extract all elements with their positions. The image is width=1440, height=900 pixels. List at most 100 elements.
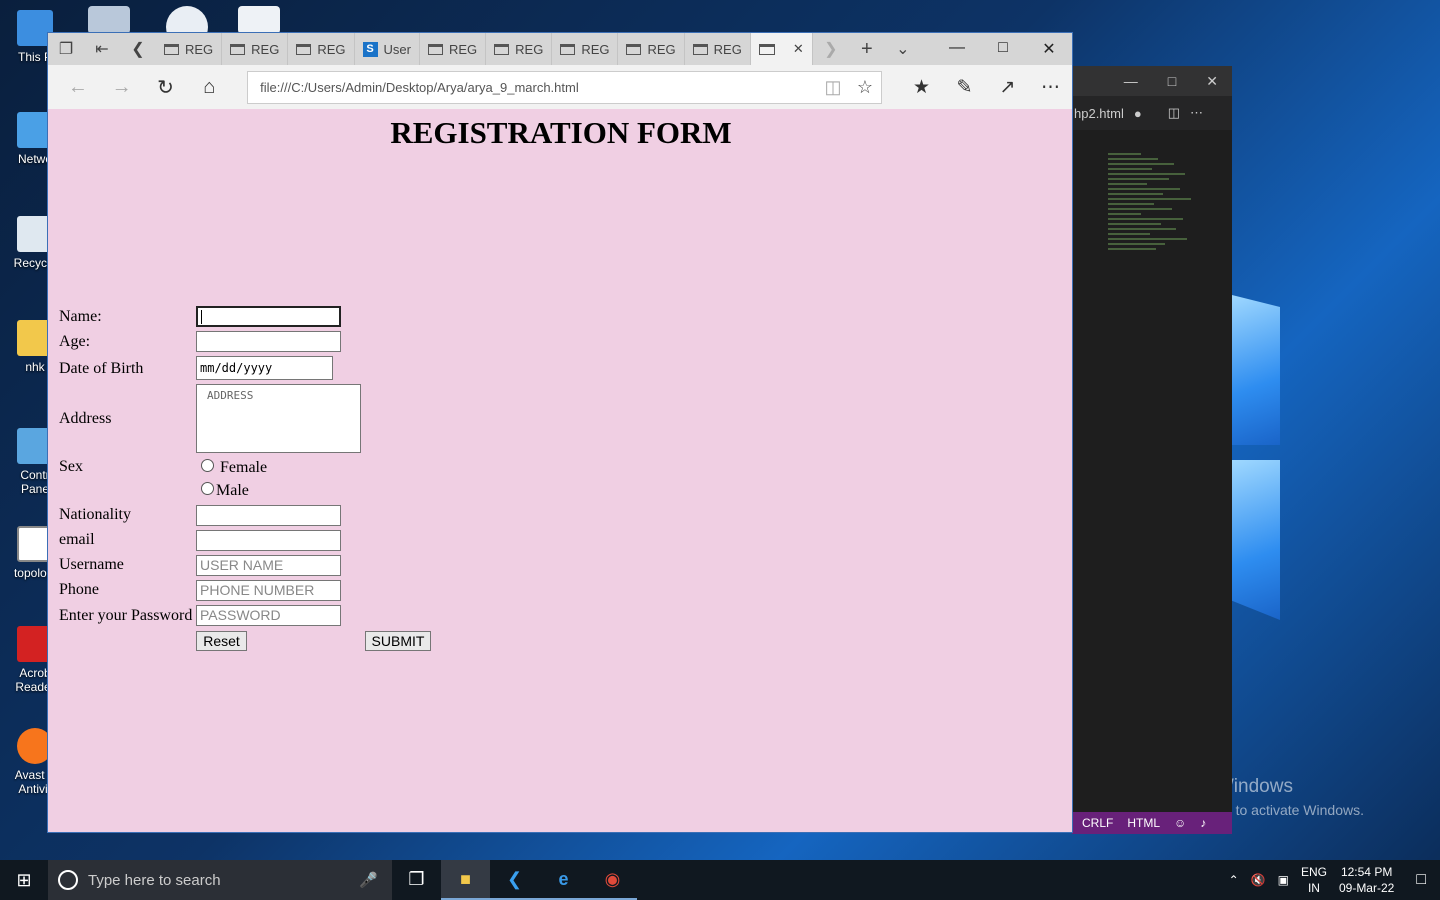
browser-tab[interactable]: REG bbox=[288, 33, 355, 65]
start-windows-icon[interactable]: ⊞ bbox=[0, 870, 48, 891]
page-icon bbox=[164, 43, 179, 55]
username-input[interactable]: USER NAME bbox=[196, 555, 341, 576]
tabs-aside-icon[interactable]: ❐ bbox=[48, 39, 84, 59]
address-bar[interactable]: file:///C:/Users/Admin/Desktop/Arya/arya… bbox=[247, 70, 882, 104]
password-input[interactable]: PASSWORD bbox=[196, 605, 341, 626]
dob-label: Date of Birth bbox=[59, 360, 144, 377]
vscode-titlebar: — □ ✕ bbox=[1072, 66, 1232, 96]
password-label: Enter your Password bbox=[59, 607, 193, 624]
back-icon[interactable]: ← bbox=[56, 76, 100, 99]
close-icon[interactable]: ✕ bbox=[1026, 39, 1072, 59]
phone-input[interactable]: PHONE NUMBER bbox=[196, 580, 341, 601]
chrome-taskbar-icon[interactable]: ◉ bbox=[588, 860, 637, 900]
browser-tab[interactable]: REG bbox=[222, 33, 289, 65]
taskbar-search-box[interactable]: Type here to search 🎤 bbox=[48, 860, 392, 900]
reset-button[interactable]: Reset bbox=[196, 631, 247, 651]
microphone-icon[interactable]: 🎤 bbox=[359, 871, 378, 889]
network-tray-icon[interactable]: ▣ bbox=[1278, 873, 1289, 887]
task-view-icon[interactable]: ❐ bbox=[392, 860, 441, 900]
split-editor-icon[interactable]: ◫ bbox=[1168, 105, 1180, 121]
file-explorer-icon[interactable]: ■ bbox=[441, 860, 490, 900]
home-icon[interactable]: ⌂ bbox=[187, 76, 231, 99]
browser-tab[interactable]: REG bbox=[486, 33, 553, 65]
clock[interactable]: 12:54 PM 09-Mar-22 bbox=[1339, 864, 1394, 896]
new-tab-icon[interactable]: + bbox=[849, 38, 885, 61]
page-icon bbox=[626, 43, 642, 55]
line-ending-status[interactable]: CRLF bbox=[1082, 816, 1113, 830]
tab-preview-chevron-icon[interactable]: ⌄ bbox=[885, 39, 921, 59]
vscode-tab[interactable]: hp2.html bbox=[1074, 106, 1124, 121]
desktop-top-icon-3[interactable] bbox=[238, 6, 280, 34]
volume-muted-icon[interactable]: 🔇 bbox=[1251, 873, 1266, 887]
share-icon[interactable]: ↗ bbox=[986, 76, 1029, 99]
page-icon bbox=[230, 43, 246, 55]
close-tab-icon[interactable]: ✕ bbox=[793, 41, 804, 57]
notifications-icon[interactable]: □ bbox=[1416, 871, 1426, 889]
male-radio-label: Male bbox=[216, 482, 249, 499]
tab-strip: ❐ ⇤ ❮ REG REG REG S User REG REG REG REG … bbox=[48, 33, 1072, 65]
pen-icon[interactable]: ✎ bbox=[943, 76, 986, 99]
refresh-icon[interactable]: ↻ bbox=[144, 75, 188, 100]
tray-chevron-icon[interactable]: ⌃ bbox=[1229, 873, 1239, 887]
name-input[interactable] bbox=[196, 306, 341, 327]
windows-logo-wallpaper bbox=[1232, 255, 1432, 635]
desktop-top-icon-1[interactable] bbox=[88, 6, 130, 34]
vscode-taskbar-icon[interactable]: ❮ bbox=[490, 860, 539, 900]
browser-tab[interactable]: REG bbox=[156, 33, 223, 65]
age-label: Age: bbox=[59, 333, 91, 350]
minimize-icon[interactable]: — bbox=[934, 39, 980, 59]
forward-icon[interactable]: → bbox=[100, 76, 144, 99]
dob-input[interactable]: mm/dd/yyyy bbox=[196, 356, 333, 380]
page-icon bbox=[427, 43, 443, 55]
nationality-label: Nationality bbox=[59, 506, 131, 523]
feedback-icon[interactable]: ☺ bbox=[1174, 816, 1186, 830]
close-icon[interactable]: ✕ bbox=[1206, 73, 1218, 90]
reading-view-icon[interactable]: ◫ bbox=[817, 77, 849, 98]
more-icon[interactable]: ⋯ bbox=[1190, 105, 1203, 121]
minimize-icon[interactable]: — bbox=[1124, 73, 1138, 89]
favorite-star-icon[interactable]: ☆ bbox=[849, 77, 881, 98]
browser-tab[interactable]: REG bbox=[420, 33, 487, 65]
female-radio[interactable] bbox=[201, 459, 214, 472]
address-label: Address bbox=[59, 410, 112, 427]
cortana-circle-icon bbox=[58, 870, 78, 890]
browser-tab-active[interactable]: ✕ bbox=[750, 33, 813, 65]
age-input[interactable] bbox=[196, 331, 341, 352]
url-text[interactable]: file:///C:/Users/Admin/Desktop/Arya/arya… bbox=[260, 80, 579, 95]
set-tabs-aside-icon[interactable]: ⇤ bbox=[84, 39, 120, 59]
language-indicator[interactable]: ENG IN bbox=[1301, 864, 1327, 896]
favorites-list-icon[interactable]: ★ bbox=[900, 76, 943, 99]
page-content: REGISTRATION FORM Name: Age: Date of Bir… bbox=[48, 109, 1072, 832]
edge-taskbar-icon[interactable]: e bbox=[539, 860, 588, 900]
browser-tab[interactable]: REG bbox=[685, 33, 751, 65]
vscode-statusbar: CRLF HTML ☺ ♪ bbox=[1072, 812, 1232, 834]
page-icon bbox=[494, 43, 510, 55]
more-icon[interactable]: ⋯ bbox=[1029, 76, 1072, 99]
page-icon bbox=[758, 43, 775, 55]
vscode-window[interactable]: — □ ✕ hp2.html ● ◫ ⋯ CRLF HTML ☺ ♪ bbox=[1072, 66, 1232, 834]
taskbar: ⊞ Type here to search 🎤 ❐ ■ ❮ e ◉ ⌃ 🔇 ▣ … bbox=[0, 860, 1440, 900]
language-status[interactable]: HTML bbox=[1127, 816, 1160, 830]
submit-button[interactable]: SUBMIT bbox=[365, 631, 431, 651]
username-label: Username bbox=[59, 556, 124, 573]
browser-window[interactable]: ❐ ⇤ ❮ REG REG REG S User REG REG REG REG … bbox=[47, 32, 1073, 833]
browser-tab[interactable]: REG bbox=[618, 33, 685, 65]
email-input[interactable] bbox=[196, 530, 341, 551]
browser-tab[interactable]: REG bbox=[552, 33, 619, 65]
scroll-tabs-right-icon[interactable]: ❯ bbox=[813, 39, 849, 59]
browser-tab[interactable]: S User bbox=[355, 33, 420, 65]
page-icon bbox=[560, 43, 576, 55]
maximize-icon[interactable]: □ bbox=[1168, 73, 1176, 89]
page-icon bbox=[296, 43, 312, 55]
navigation-bar: ← → ↻ ⌂ file:///C:/Users/Admin/Desktop/A… bbox=[48, 65, 1072, 109]
phone-label: Phone bbox=[59, 581, 99, 598]
scroll-tabs-left-icon[interactable]: ❮ bbox=[120, 39, 156, 59]
code-minimap bbox=[1108, 150, 1218, 450]
system-tray: ⌃ 🔇 ▣ ENG IN 12:54 PM 09-Mar-22 □ bbox=[1229, 864, 1440, 896]
male-radio[interactable] bbox=[201, 482, 214, 495]
address-textarea[interactable]: ADDRESS bbox=[196, 384, 361, 453]
maximize-icon[interactable]: □ bbox=[980, 39, 1026, 59]
nationality-input[interactable] bbox=[196, 505, 341, 526]
bell-icon[interactable]: ♪ bbox=[1200, 816, 1206, 830]
female-radio-label: Female bbox=[220, 459, 268, 476]
